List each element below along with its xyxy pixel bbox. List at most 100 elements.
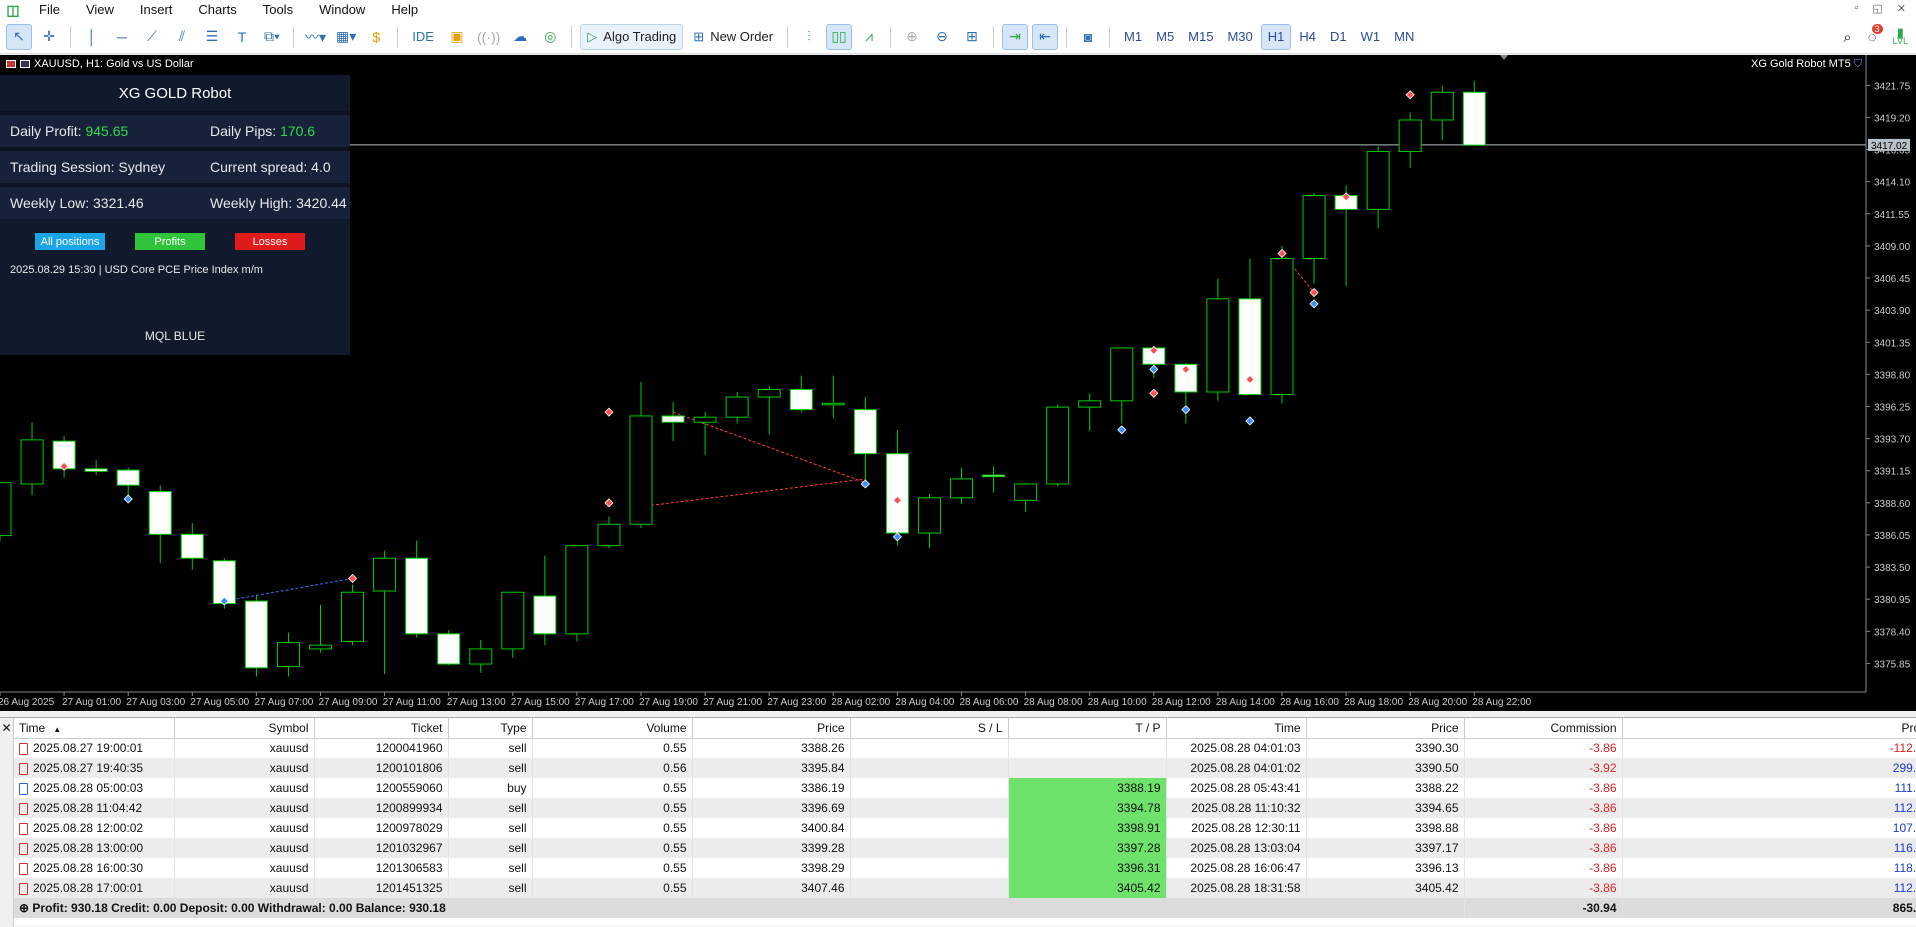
timeframe-m5[interactable]: M5 (1150, 24, 1180, 50)
losses-button[interactable]: Losses (235, 233, 305, 250)
column-header[interactable]: Price (692, 718, 851, 739)
table-row[interactable]: 2025.08.28 12:00:02 xauusd 1200978029 sell 0… (14, 818, 1916, 838)
indicators-icon[interactable]: 〰▾ (302, 24, 329, 50)
candle-body (661, 415, 685, 423)
daily-pips-value: 170.6 (280, 123, 316, 139)
horizontal-line-icon[interactable]: ─ (109, 24, 135, 50)
table-row[interactable]: 2025.08.28 13:00:00 xauusd 1201032967 sell 0… (14, 838, 1916, 858)
grid-icon[interactable]: ⊞ (959, 24, 985, 50)
candlestick-icon[interactable]: ▯▯ (826, 23, 853, 50)
column-header[interactable]: Time ▲ (14, 718, 175, 739)
column-header[interactable]: Volume (532, 718, 693, 739)
chart-shift-icon[interactable]: ⇤ (1032, 23, 1059, 50)
dollar-icon[interactable]: $ (363, 24, 389, 50)
timeframe-w1[interactable]: W1 (1355, 24, 1387, 50)
menu-item-file[interactable]: File (26, 0, 73, 20)
table-cell (850, 778, 1009, 798)
trendline-icon[interactable]: ⟋ (139, 24, 165, 50)
minimize-icon[interactable]: ▫ (1854, 2, 1858, 15)
toolbar-separator (571, 25, 573, 48)
table-cell: sell (448, 858, 533, 878)
close-icon[interactable]: ✕ (1897, 2, 1906, 15)
chart-type-icon[interactable]: ▦▾ (333, 24, 359, 50)
column-header[interactable]: T / P (1008, 718, 1167, 739)
y-tick-label: 3378.40 (1874, 627, 1911, 638)
table-cell (850, 878, 1009, 898)
ide-button[interactable]: IDE (406, 24, 440, 50)
table-row[interactable]: 2025.08.28 05:00:03 xauusd 1200559060 buy 0.… (14, 778, 1916, 798)
vertical-line-icon[interactable]: │ (79, 24, 105, 50)
zoom-out-icon[interactable]: ⊖ (929, 24, 955, 50)
daily-profit-value: 945.65 (85, 123, 129, 139)
column-header[interactable]: Type (448, 718, 533, 739)
cursor-icon[interactable]: ↖ (6, 23, 32, 50)
vps-cloud-icon[interactable]: ☁ (507, 24, 533, 50)
column-header[interactable]: Profit (1622, 718, 1916, 739)
column-header[interactable]: Time (1166, 718, 1307, 739)
summary-text: Profit: 930.18 Credit: 0.00 Deposit: 0.0… (32, 901, 446, 915)
ea-title-text: XG Gold Robot MT5 (1751, 58, 1851, 70)
table-row[interactable]: 2025.08.28 17:00:01 xauusd 1201451325 sell 0… (14, 878, 1916, 898)
screenshot-icon[interactable]: ◙ (1075, 24, 1101, 50)
ea-cap-icon: ⛉ (1853, 58, 1862, 70)
close-panel-icon[interactable]: ✕ (0, 718, 14, 927)
timeframe-m30[interactable]: M30 (1221, 24, 1258, 50)
column-header[interactable]: Ticket (314, 718, 449, 739)
menu-item-view[interactable]: View (73, 0, 127, 20)
menu-item-help[interactable]: Help (378, 0, 431, 20)
column-header[interactable]: Commission (1464, 718, 1623, 739)
community-icon[interactable]: ◎ (537, 24, 563, 50)
table-cell: -3.86 (1464, 798, 1623, 818)
all-positions-button[interactable]: All positions (35, 233, 105, 250)
crosshair-icon[interactable]: ✛ (36, 24, 62, 50)
table-row[interactable]: 2025.08.28 11:04:42 xauusd 1200899934 sell 0… (14, 798, 1916, 818)
table-cell: sell (448, 738, 533, 758)
timeframe-h1[interactable]: H1 (1260, 23, 1292, 50)
profits-button[interactable]: Profits (135, 233, 205, 250)
timeframe-mn[interactable]: MN (1388, 24, 1420, 50)
search-icon[interactable]: ⌕ (1843, 29, 1851, 46)
table-cell: 1200101806 (314, 758, 449, 778)
sort-up-icon: ▲ (53, 724, 62, 734)
sell-marker (1149, 388, 1159, 398)
menu-item-tools[interactable]: Tools (250, 0, 306, 20)
shapes-icon[interactable]: ⧉▾ (259, 24, 285, 50)
channel-icon[interactable]: ⫽ (169, 24, 195, 50)
candle-body (1014, 483, 1038, 501)
menu-item-charts[interactable]: Charts (185, 0, 249, 20)
timeframe-m1[interactable]: M1 (1118, 24, 1148, 50)
timeframe-h4[interactable]: H4 (1293, 24, 1322, 50)
panel-row-session: Trading Session: Sydney Current spread: … (0, 147, 350, 183)
signals-icon[interactable]: ((·)) (474, 24, 503, 50)
x-tick-label: 28 Aug 12:00 (1152, 697, 1211, 708)
zoom-in-icon[interactable]: ⊕ (899, 24, 925, 50)
column-header[interactable]: Symbol (174, 718, 315, 739)
table-cell: -3.92 (1464, 758, 1623, 778)
bar-chart-icon[interactable]: ⫶ (796, 24, 822, 50)
timeframe-d1[interactable]: D1 (1324, 24, 1353, 50)
x-tick-label: 28 Aug 06:00 (960, 697, 1019, 708)
chart-area[interactable]: 3421.75 3419.20 3416.65 3414.10 3411.55 3409.… (0, 55, 1916, 711)
market-bag-icon[interactable]: ▣ (444, 24, 470, 50)
y-tick-label: 3398.80 (1874, 370, 1911, 381)
table-cell: 2025.08.28 04:01:03 (1166, 738, 1307, 758)
table-row[interactable]: 2025.08.28 16:00:30 xauusd 1201306583 sell 0… (14, 858, 1916, 878)
table-row[interactable]: 2025.08.27 19:00:01 xauusd 1200041960 sell 0… (14, 738, 1916, 758)
column-header[interactable]: S / L (850, 718, 1009, 739)
autoscroll-icon[interactable]: ⇥ (1002, 23, 1029, 50)
table-row[interactable]: 2025.08.27 19:40:35 xauusd 1200101806 sell 0… (14, 758, 1916, 778)
timeframe-m15[interactable]: M15 (1182, 24, 1219, 50)
line-chart-icon[interactable]: ⩘ (856, 24, 882, 50)
column-header[interactable]: Price (1306, 718, 1465, 739)
notifications-button[interactable]: ◌ 3 (1868, 23, 1883, 46)
algo-trading-button[interactable]: ▷ Algo Trading (580, 23, 684, 50)
text-icon[interactable]: T (229, 24, 255, 50)
fibonacci-icon[interactable]: ☰ (199, 24, 225, 50)
table-cell: 3388.26 (692, 738, 851, 758)
menu-item-insert[interactable]: Insert (127, 0, 186, 20)
candle-body (20, 439, 44, 485)
new-order-button[interactable]: ⊞ New Order (687, 24, 779, 50)
menu-item-window[interactable]: Window (306, 0, 378, 20)
table-cell: 2025.08.28 04:01:02 (1166, 758, 1307, 778)
restore-icon[interactable]: ◱ (1872, 2, 1882, 15)
